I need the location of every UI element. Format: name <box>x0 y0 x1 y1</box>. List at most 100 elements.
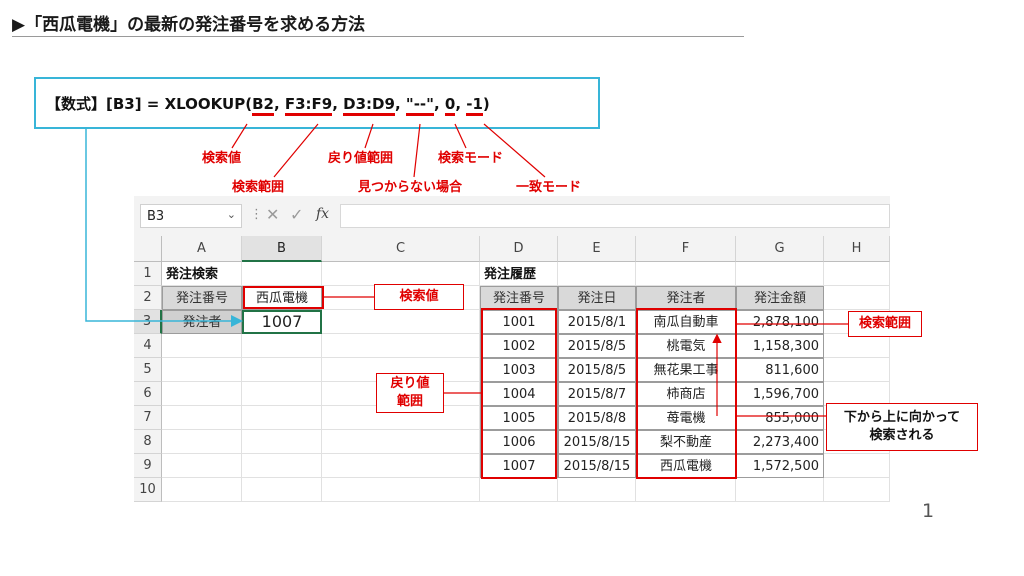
row-header-7[interactable]: 7 <box>134 406 162 430</box>
history-header[interactable]: 発注番号 <box>480 286 558 310</box>
history-cell[interactable]: 2015/8/1 <box>558 310 636 334</box>
history-cell[interactable]: 2015/8/8 <box>558 406 636 430</box>
history-cell[interactable]: 2,878,100 <box>736 310 824 334</box>
grid-cell[interactable] <box>824 358 890 382</box>
insert-function-icon[interactable]: fx <box>316 206 329 222</box>
lookup-value-highlight <box>243 286 324 309</box>
name-box[interactable]: B3 ⌄ <box>140 204 242 228</box>
grid-cell[interactable] <box>242 454 322 478</box>
enter-icon[interactable]: ✓ <box>290 205 303 224</box>
cell-a3[interactable]: 発注者 <box>162 310 242 334</box>
chevron-down-icon[interactable]: ⌄ <box>227 208 236 221</box>
history-cell[interactable]: 811,600 <box>736 358 824 382</box>
row-header-2[interactable]: 2 <box>134 286 162 310</box>
grid-cell[interactable] <box>322 454 480 478</box>
grid-cell[interactable] <box>162 478 242 502</box>
grid-cell[interactable] <box>736 262 824 286</box>
grid-cell[interactable] <box>558 478 636 502</box>
grid-cell[interactable] <box>824 262 890 286</box>
column-header-b[interactable]: B <box>242 236 322 262</box>
grid-cell[interactable] <box>162 454 242 478</box>
history-cell[interactable]: 2015/8/5 <box>558 334 636 358</box>
row-header-3[interactable]: 3 <box>134 310 162 334</box>
formula-arg-match-mode: 0 <box>444 95 456 116</box>
history-cell[interactable]: 2,273,400 <box>736 430 824 454</box>
annotation-lookup-range: 検索範囲 <box>232 180 285 195</box>
grid-cell[interactable] <box>322 262 480 286</box>
callout-return-range-line2: 範囲 <box>396 394 423 409</box>
grid-cell[interactable] <box>824 286 890 310</box>
row-header-5[interactable]: 5 <box>134 358 162 382</box>
history-cell[interactable]: 1,572,500 <box>736 454 824 478</box>
row-header-9[interactable]: 9 <box>134 454 162 478</box>
grid-cell[interactable] <box>242 430 322 454</box>
history-cell[interactable]: 2015/8/5 <box>558 358 636 382</box>
column-header-g[interactable]: G <box>736 236 824 262</box>
grid-cell[interactable] <box>636 262 736 286</box>
column-header-a[interactable]: A <box>162 236 242 262</box>
connector-line <box>413 123 421 178</box>
return-range-highlight <box>481 308 557 479</box>
cell-a1[interactable]: 発注検索 <box>166 262 244 286</box>
column-header-e[interactable]: E <box>558 236 636 262</box>
grid-cell[interactable] <box>736 478 824 502</box>
grid-cell[interactable] <box>322 334 480 358</box>
history-header[interactable]: 発注日 <box>558 286 636 310</box>
formula-sep: , <box>394 95 406 113</box>
history-cell[interactable]: 1,596,700 <box>736 382 824 406</box>
grid-cell[interactable] <box>242 382 322 406</box>
grid-cell[interactable] <box>322 430 480 454</box>
history-cell[interactable]: 855,000 <box>736 406 824 430</box>
grid-cell[interactable] <box>242 334 322 358</box>
page-number: 1 <box>922 500 935 522</box>
grid-cell[interactable] <box>242 406 322 430</box>
history-cell[interactable]: 2015/8/7 <box>558 382 636 406</box>
history-header[interactable]: 発注金額 <box>736 286 824 310</box>
formula-input[interactable] <box>340 204 890 228</box>
row-header-8[interactable]: 8 <box>134 430 162 454</box>
column-header-f[interactable]: F <box>636 236 736 262</box>
cell-d1[interactable]: 発注履歴 <box>484 262 564 286</box>
lookup-range-highlight <box>636 308 737 479</box>
column-header-h[interactable]: H <box>824 236 890 262</box>
formula-prefix: 【数式】[B3] = XLOOKUP( <box>46 95 253 113</box>
cell-b3-active[interactable]: 1007 <box>242 310 322 334</box>
formula-sep: , <box>273 95 285 113</box>
formula-sep: , <box>433 95 445 113</box>
grid-cell[interactable] <box>162 382 242 406</box>
grid-cell[interactable] <box>162 334 242 358</box>
select-all-corner[interactable] <box>134 236 162 262</box>
column-header-c[interactable]: C <box>322 236 480 262</box>
cancel-icon[interactable]: ✕ <box>266 205 279 224</box>
row-header-6[interactable]: 6 <box>134 382 162 406</box>
annotation-search-mode: 検索モード <box>438 151 504 166</box>
grid-cell[interactable] <box>824 454 890 478</box>
grid-cell[interactable] <box>242 262 322 286</box>
grid-cell[interactable] <box>162 358 242 382</box>
callout-return-range-line1: 戻り値 <box>390 376 430 392</box>
row-header-1[interactable]: 1 <box>134 262 162 286</box>
formula-arg-lookup-value: B2 <box>252 95 274 116</box>
history-header[interactable]: 発注者 <box>636 286 736 310</box>
grid-cell[interactable] <box>480 478 558 502</box>
grid-cell[interactable] <box>322 310 480 334</box>
grid-cell[interactable] <box>162 406 242 430</box>
grid-cell[interactable] <box>824 478 890 502</box>
history-cell[interactable]: 2015/8/15 <box>558 430 636 454</box>
grid-cell[interactable] <box>824 334 890 358</box>
row-header-4[interactable]: 4 <box>134 334 162 358</box>
grid-cell[interactable] <box>242 478 322 502</box>
callout-return-range: 戻り値 範囲 <box>376 373 444 413</box>
grid-cell[interactable] <box>162 430 242 454</box>
callout-lookup-range: 検索範囲 <box>848 311 922 337</box>
history-cell[interactable]: 1,158,300 <box>736 334 824 358</box>
grid-cell[interactable] <box>242 358 322 382</box>
grid-cell[interactable] <box>636 478 736 502</box>
annotation-match-mode: 一致モード <box>516 180 582 195</box>
grid-cell[interactable] <box>558 262 636 286</box>
history-cell[interactable]: 2015/8/15 <box>558 454 636 478</box>
column-header-d[interactable]: D <box>480 236 558 262</box>
row-header-10[interactable]: 10 <box>134 478 162 502</box>
cell-a2[interactable]: 発注番号 <box>162 286 242 310</box>
grid-cell[interactable] <box>322 478 480 502</box>
